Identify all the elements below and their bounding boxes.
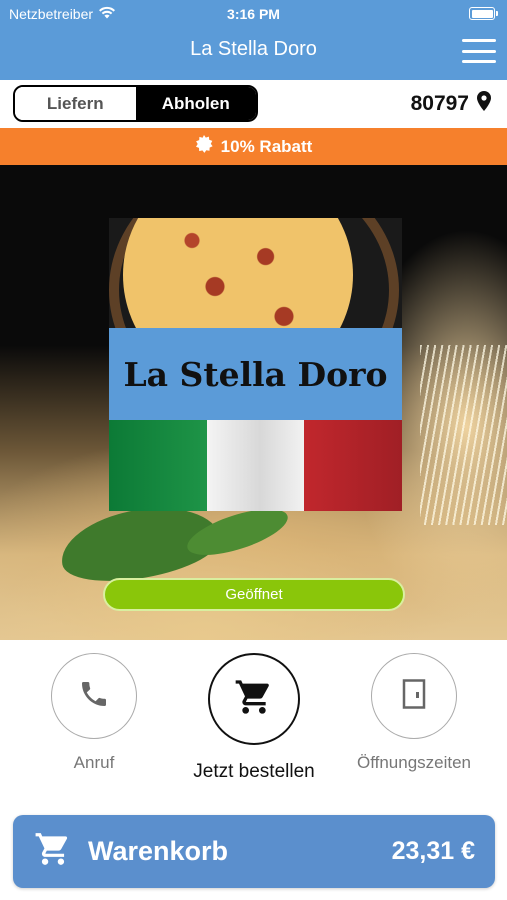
opening-hours-button[interactable]: Öffnungszeiten	[355, 653, 473, 773]
cart-icon	[234, 677, 274, 722]
order-mode-toggle: Liefern Abholen	[13, 85, 258, 122]
call-button-circle[interactable]	[51, 653, 137, 739]
cart-icon	[34, 830, 72, 873]
pickup-tab[interactable]: Abholen	[135, 87, 256, 120]
cart-total: 23,31 €	[391, 837, 475, 865]
badge-star-icon	[195, 135, 213, 158]
top-bar: Netzbetreiber 3:16 PM La Stella Doro	[0, 0, 507, 80]
quick-actions: Anruf Jetzt bestellen Öffnungszeiten	[0, 640, 507, 800]
map-pin-icon	[477, 91, 491, 117]
cart-button[interactable]: Warenkorb 23,31 €	[13, 815, 495, 888]
order-now-label: Jetzt bestellen	[193, 761, 315, 782]
delivery-tab[interactable]: Liefern	[15, 87, 136, 120]
cart-title: Warenkorb	[88, 836, 229, 866]
door-icon	[401, 678, 427, 714]
order-mode-row: Liefern Abholen 80797	[0, 80, 507, 128]
page-title: La Stella Doro	[190, 38, 317, 60]
opening-hours-label: Öffnungszeiten	[356, 753, 472, 772]
cheese-strands	[420, 345, 507, 525]
call-label: Anruf	[73, 753, 115, 772]
call-button[interactable]: Anruf	[51, 653, 137, 773]
restaurant-logo: La Stella Doro	[109, 218, 402, 511]
status-time: 3:16 PM	[227, 6, 280, 22]
order-now-button-circle[interactable]	[208, 653, 300, 745]
italian-flag	[109, 420, 402, 511]
battery-icon	[469, 7, 498, 20]
open-status-badge[interactable]: Geöffnet	[103, 578, 405, 611]
discount-label: 10% Rabatt	[220, 136, 313, 156]
location-selector[interactable]: 80797	[411, 91, 491, 117]
hero-image: La Stella Doro Geöffnet	[0, 165, 507, 640]
order-now-button[interactable]: Jetzt bestellen	[190, 653, 318, 783]
opening-hours-button-circle[interactable]	[371, 653, 457, 739]
logo-text: La Stella Doro	[109, 328, 402, 420]
discount-banner: 10% Rabatt	[0, 128, 507, 165]
hamburger-menu-icon[interactable]	[462, 39, 496, 63]
postal-code: 80797	[410, 92, 469, 115]
status-bar: Netzbetreiber 3:16 PM	[0, 0, 507, 28]
phone-icon	[78, 678, 110, 715]
